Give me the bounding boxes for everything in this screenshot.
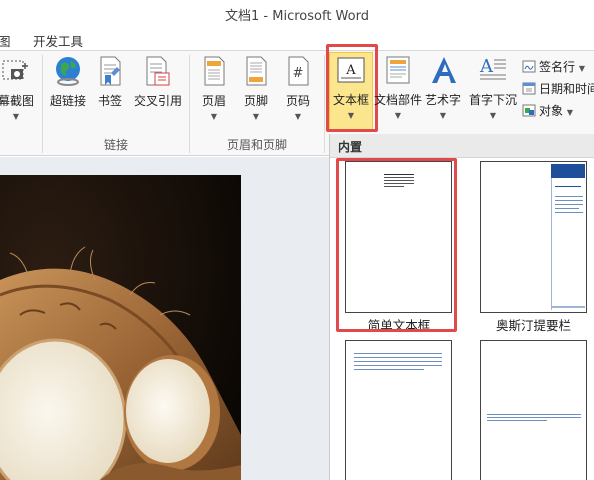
group-label-header-footer: 页眉和页脚 [226,138,287,152]
hyperlink-button[interactable]: 超链接 [46,55,90,109]
gallery-section-label: 内置 [338,140,363,154]
svg-text:#: # [293,66,304,81]
gallery-item-textbox-3[interactable] [345,340,452,480]
svg-text:A: A [479,56,494,77]
calendar-icon [522,82,536,95]
cross-reference-icon [143,55,173,87]
group-separator [324,55,325,153]
object-label: 对象 [539,104,564,118]
page-number-icon: # [283,55,313,87]
screenshot-label: 幕截图 [0,94,34,108]
chevron-down-icon: ▼ [489,111,497,120]
bookmark-button[interactable]: 书签 [92,55,128,109]
chevron-down-icon: ▼ [394,111,402,120]
page-number-label: 页码 [285,94,310,108]
signature-label: 签名行 [539,60,576,74]
crossref-button[interactable]: 交叉引用 [131,55,185,109]
gallery-item-label: 奥斯汀提要栏 [495,318,571,333]
menu-bar: 图 开发工具 [0,28,594,50]
textbox-highlight [326,44,378,132]
crossref-label: 交叉引用 [133,94,182,108]
hyperlink-label: 超链接 [49,94,86,108]
quick-parts-button[interactable]: 文档部件 ▼ [374,54,422,120]
title-bar: 文档1 - Microsoft Word [0,0,594,28]
wordart-button[interactable]: 艺术字 ▼ [423,54,463,120]
tab-developer[interactable]: 开发工具 [33,31,83,50]
footer-label: 页脚 [243,94,268,108]
signature-icon [522,60,536,73]
wordart-icon [428,54,458,86]
header-icon [199,55,229,87]
gallery-section-header: 内置 [330,134,594,158]
chevron-down-icon: ▼ [294,112,302,121]
tab-partial[interactable]: 图 [0,31,11,50]
gallery-item-austin-sidebar[interactable] [480,161,587,313]
datetime-label: 日期和时间 [539,82,594,96]
quick-parts-label: 文档部件 [374,93,423,107]
signature-line-button[interactable]: 签名行 ▼ [522,58,585,75]
document-photo [0,175,241,480]
bookmark-label: 书签 [97,94,122,108]
gallery-selection-highlight [336,158,457,332]
drop-cap-label: 首字下沉 [468,93,517,107]
header-label: 页眉 [201,94,226,108]
object-button[interactable]: 对象 ▼ [522,102,573,119]
globe-link-icon [53,55,83,87]
datetime-button[interactable]: 日期和时间 [522,80,594,97]
drop-cap-icon: A [478,54,508,86]
object-icon [522,104,536,117]
footer-button[interactable]: 页脚 ▼ [238,55,274,121]
chevron-down-icon: ▼ [12,112,20,121]
group-label-links: 链接 [103,138,128,152]
group-separator [42,55,43,153]
screenshot-icon [1,55,31,87]
chevron-down-icon: ▼ [252,112,260,121]
quick-parts-icon [383,54,413,86]
screenshot-button[interactable]: 幕截图 ▼ [0,55,38,121]
chevron-down-icon: ▼ [210,112,218,121]
page-number-button[interactable]: # 页码 ▼ [280,55,316,121]
gallery-item-textbox-4[interactable] [480,340,587,480]
drop-cap-button[interactable]: A 首字下沉 ▼ [466,54,520,120]
wordart-label: 艺术字 [424,93,461,107]
bookmark-icon [95,55,125,87]
header-button[interactable]: 页眉 ▼ [196,55,232,121]
window-title: 文档1 - Microsoft Word [225,9,369,24]
chevron-down-icon: ▼ [439,111,447,120]
footer-icon [241,55,271,87]
